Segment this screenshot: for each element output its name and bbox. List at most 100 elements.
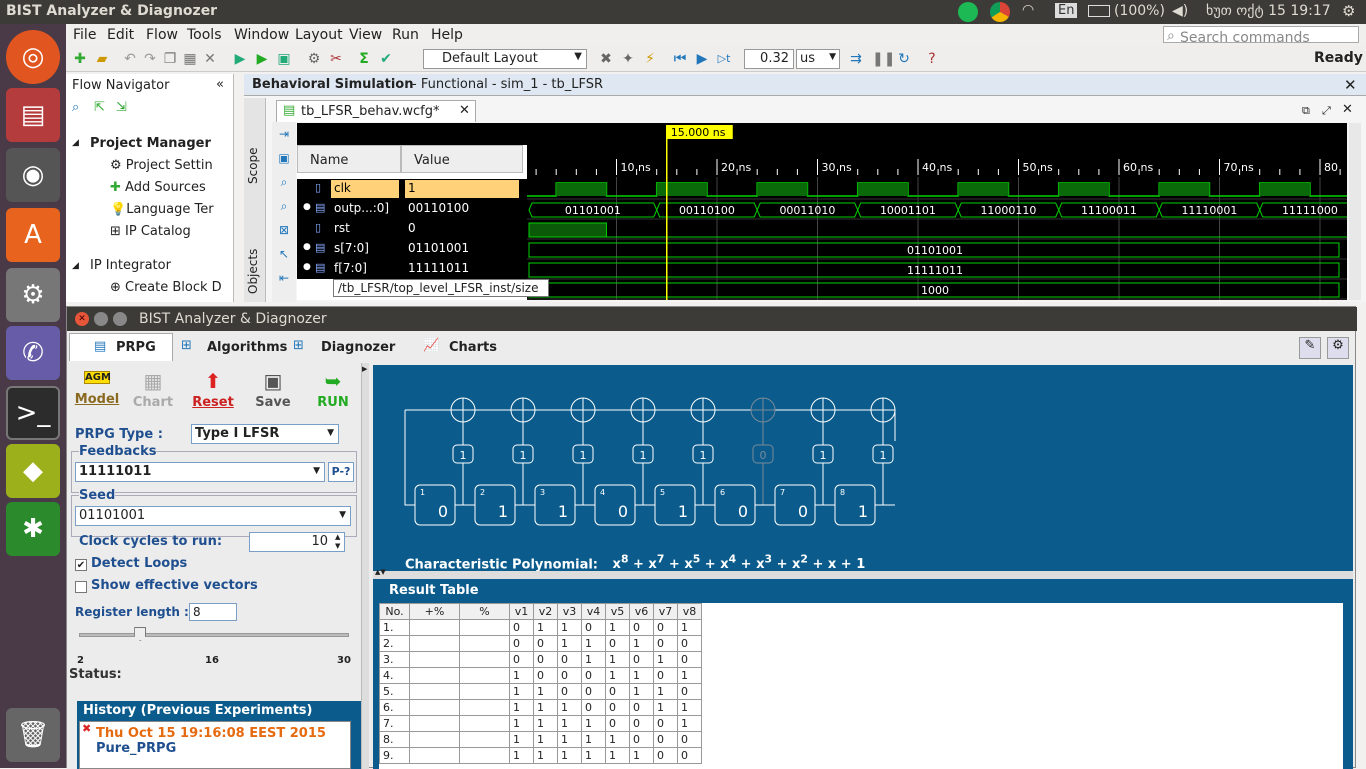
keyboard-lang-indicator[interactable]: En xyxy=(1055,3,1078,18)
table-header[interactable]: v7 xyxy=(653,603,678,620)
clock-cycles-input[interactable]: 10 xyxy=(249,532,345,552)
table-header[interactable]: v3 xyxy=(557,603,582,620)
menu-file[interactable]: File xyxy=(73,27,96,43)
menu-layout[interactable]: Layout xyxy=(295,27,343,43)
zoom-fit-icon[interactable]: ⇥ xyxy=(272,122,296,146)
redo-icon[interactable]: ↷ xyxy=(142,51,158,67)
table-row[interactable]: 7. 1 1 1 1 0 0 0 1 xyxy=(379,715,702,732)
objects-tab[interactable]: Objects xyxy=(246,249,260,294)
tab-prpg[interactable]: ▤ PRPG xyxy=(69,333,173,361)
clock[interactable]: ხუთ ოქტ 15 19:17 xyxy=(1206,3,1331,19)
run-time-input[interactable]: 0.32 xyxy=(744,49,794,69)
name-column-header[interactable]: Name xyxy=(297,145,401,173)
go-start-icon[interactable]: ⇤ xyxy=(272,266,296,290)
expand-icon[interactable]: ● xyxy=(303,202,311,212)
stepper-arrows-icon[interactable]: ▲ ▼ xyxy=(335,533,340,551)
vivado-icon[interactable]: ◆ xyxy=(6,444,60,498)
menu-window[interactable]: Window xyxy=(234,27,289,43)
table-row[interactable]: 6. 1 1 1 0 0 0 1 1 xyxy=(379,699,702,716)
slider-thumb[interactable] xyxy=(134,627,147,641)
table-row[interactable]: 1. 0 1 1 0 1 0 0 1 xyxy=(379,619,702,636)
menu-help[interactable]: Help xyxy=(431,27,463,43)
system-settings-icon[interactable]: ⚙ xyxy=(6,268,60,322)
h-splitter[interactable]: ▲▼ xyxy=(373,568,1353,579)
viber-icon[interactable]: ✆ xyxy=(6,326,60,380)
notes-icon[interactable]: ✎ xyxy=(1299,337,1321,359)
table-header[interactable]: v5 xyxy=(605,603,630,620)
zoom-in-icon[interactable]: ⌕ xyxy=(272,170,296,194)
nav-add-sources[interactable]: ✚ Add Sources xyxy=(110,180,206,195)
settings-icon[interactable]: ⚙ xyxy=(306,51,322,67)
layout-select[interactable]: Default Layout ▼ xyxy=(423,49,587,69)
expand-all-icon[interactable]: ⇲ xyxy=(116,100,127,115)
signal-row[interactable]: ▯ rst 0 xyxy=(297,219,527,239)
files-icon[interactable]: ▤ xyxy=(6,88,60,142)
detect-loops-label[interactable]: Detect Loops xyxy=(91,556,187,571)
trash-icon[interactable]: 🗑 xyxy=(6,708,60,762)
bolt-icon[interactable]: ⚡ xyxy=(642,51,658,67)
wave-scrollbar[interactable] xyxy=(1349,123,1361,300)
step-sim-icon[interactable]: ⇉ xyxy=(848,51,864,67)
table-header[interactable]: +% xyxy=(409,603,460,620)
marker-icon[interactable]: ✖ xyxy=(598,51,614,67)
ubuntu-dash-icon[interactable]: ◎ xyxy=(6,30,60,84)
signal-row[interactable]: ● ▤ outp...:0] 00110100 xyxy=(297,199,527,219)
spotify-icon[interactable] xyxy=(958,2,978,22)
copy-icon[interactable]: ❐ xyxy=(162,51,178,67)
wcfg-tab[interactable]: ▤ tb_LFSR_behav.wcfg* ✕ xyxy=(276,100,476,122)
close-window-icon[interactable]: ✕ xyxy=(75,312,89,326)
delete-icon[interactable]: ✕ xyxy=(202,51,218,67)
zoom-out-icon[interactable]: ⌕ xyxy=(272,194,296,218)
close-icon[interactable]: ✕ xyxy=(459,103,470,118)
zoom-full-icon[interactable]: ⊠ xyxy=(272,218,296,242)
table-row[interactable]: 9. 1 1 1 1 1 1 0 0 xyxy=(379,747,702,764)
maximize-window-icon[interactable] xyxy=(113,312,127,326)
signal-row[interactable]: ▯ clk 1 xyxy=(297,179,527,199)
chrome-icon[interactable]: ◉ xyxy=(6,148,60,202)
menu-run[interactable]: Run xyxy=(392,27,419,43)
table-header[interactable]: No. xyxy=(379,603,410,620)
expand-icon[interactable]: ● xyxy=(303,262,311,272)
show-effective-checkbox[interactable] xyxy=(75,581,87,593)
marker2-icon[interactable]: ✦ xyxy=(620,51,636,67)
menu-tools[interactable]: Tools xyxy=(187,27,222,43)
table-header[interactable]: % xyxy=(459,603,510,620)
volume-icon[interactable]: ◀) xyxy=(1172,3,1188,19)
collapse-icon[interactable]: « xyxy=(216,77,224,92)
settings-gear-icon[interactable]: ⚙ xyxy=(1327,337,1349,359)
tools-icon[interactable]: ✂ xyxy=(328,51,344,67)
result-table-container[interactable]: No. +%% v1 v2 v3 v4 v5 v6 v7 v8 1. 0 1 1 0 1 0 0 1 2. 0 0 1 1 0 1… xyxy=(379,603,1343,769)
power-gear-icon[interactable]: ⚙ xyxy=(1342,2,1355,20)
run-all-icon[interactable]: ▶ xyxy=(232,51,248,67)
history-entry[interactable]: ✖ Thu Oct 15 19:16:08 EEST 2015 Pure_PRP… xyxy=(79,721,351,769)
float-icon[interactable]: ⧉ xyxy=(1302,104,1310,118)
bug-app-icon[interactable]: ✱ xyxy=(6,502,60,556)
reset-button[interactable]: ⬆ Reset xyxy=(189,369,237,415)
nav-language-templates[interactable]: 💡Language Ter xyxy=(110,202,234,217)
search-icon[interactable]: ⌕ xyxy=(72,100,79,115)
run-button[interactable]: ➥ RUN xyxy=(309,369,357,415)
menu-flow[interactable]: Flow xyxy=(146,27,178,43)
minimize-window-icon[interactable] xyxy=(94,312,108,326)
ip-integrator-heading[interactable]: IP Integrator xyxy=(90,258,171,273)
table-header[interactable]: v1 xyxy=(509,603,534,620)
cursor-icon[interactable]: ↖ xyxy=(272,242,296,266)
nav-project-settings[interactable]: ⚙ Project Settin xyxy=(110,158,234,173)
table-header[interactable]: v8 xyxy=(677,603,702,620)
table-row[interactable]: 3. 0 0 0 1 1 0 1 0 xyxy=(379,651,702,668)
relaunch-icon[interactable]: ↻ xyxy=(896,51,912,67)
software-center-icon[interactable]: A xyxy=(6,208,60,262)
undo-icon[interactable]: ↶ xyxy=(122,51,138,67)
help-icon[interactable]: ? xyxy=(924,51,940,67)
tab-diagnozer[interactable]: ⊞ Diagnozer xyxy=(293,337,403,361)
battery-icon[interactable] xyxy=(1088,5,1110,17)
splitter[interactable]: ▶ xyxy=(361,363,369,769)
chart-button[interactable]: ▦ Chart xyxy=(129,369,177,415)
search-commands-input[interactable]: ⌕ Search commands xyxy=(1163,26,1359,46)
signal-row[interactable]: ● ▤ f[7:0] 11111011 xyxy=(297,259,527,279)
nav-create-block-design[interactable]: ⊕ Create Block D xyxy=(110,280,234,295)
signal-row[interactable]: ● ▤ s[7:0] 01101001 xyxy=(297,239,527,259)
expand-icon[interactable]: ● xyxy=(303,242,311,252)
collapse-all-icon[interactable]: ⇱ xyxy=(94,100,105,115)
delete-entry-icon[interactable]: ✖ xyxy=(82,722,91,735)
